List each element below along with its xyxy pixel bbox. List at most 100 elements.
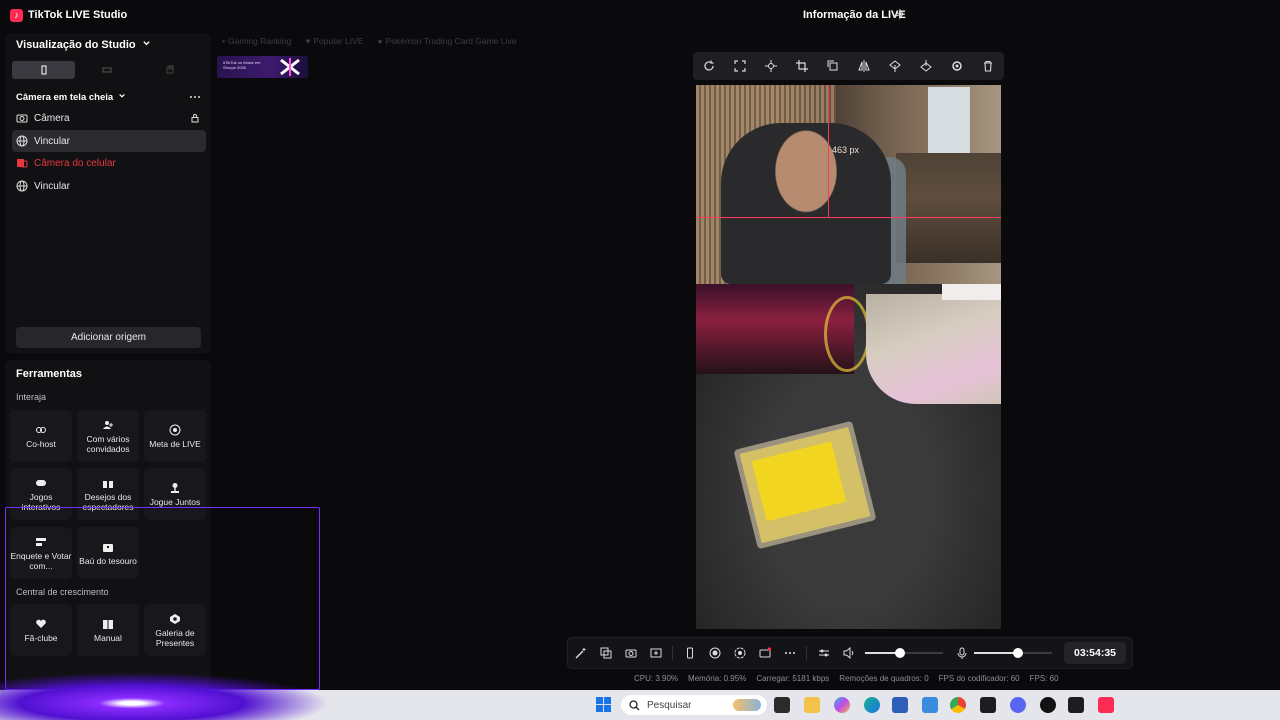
video-camera-icon: [759, 647, 771, 658]
screenshot-button[interactable]: [618, 638, 643, 668]
stat-cpu: CPU: 3.90%: [634, 674, 679, 683]
mic-knob[interactable]: [1013, 648, 1024, 658]
source-item-phone-camera[interactable]: Câmera do celular: [12, 152, 206, 174]
stat-memory: Memória: 0.95%: [688, 674, 747, 683]
sliders-icon: [818, 649, 829, 657]
search-highlight-icon: [733, 699, 761, 711]
volume-knob[interactable]: [895, 648, 906, 658]
stats-bar: CPU: 3.90% Memória: 0.95% Carregar: 5181…: [634, 674, 1059, 683]
studio-view-title[interactable]: Visualização do Studio: [16, 39, 151, 51]
store-icon[interactable]: [892, 697, 908, 713]
windows-start-icon[interactable]: [596, 697, 611, 712]
chrome-icon[interactable]: [950, 697, 966, 713]
phone-camera-icon: [17, 159, 28, 168]
streamer: [721, 123, 891, 284]
guide-measure-label: 463 px: [832, 145, 860, 155]
layer-down-icon[interactable]: [920, 60, 933, 72]
tab-gaming-ranking[interactable]: ▪ Gaming Ranking: [222, 35, 291, 47]
vertical-layout-button[interactable]: [12, 61, 76, 79]
phone-camera-feed: [696, 284, 1001, 629]
more-button[interactable]: [777, 638, 802, 668]
rotate-icon[interactable]: [827, 60, 839, 72]
app-title: TikTok LIVE Studio: [28, 9, 128, 21]
fit-screen-icon[interactable]: [734, 60, 746, 72]
crop-icon[interactable]: [795, 60, 808, 72]
live-preview[interactable]: 463 px: [696, 85, 1001, 629]
shelf: [896, 153, 1001, 263]
dual-layout-button[interactable]: [139, 61, 202, 79]
mic-slider[interactable]: [974, 648, 1052, 658]
mic-button[interactable]: [949, 638, 974, 668]
source-label: Vincular: [34, 180, 70, 192]
stat-fps: FPS: 60: [1029, 674, 1059, 683]
tool-live-goal[interactable]: Meta de LIVE: [144, 410, 206, 462]
capcut-icon[interactable]: [980, 697, 996, 713]
mic-fill: [974, 652, 1019, 654]
source-label: Vincular: [34, 135, 70, 147]
effects-button[interactable]: [568, 638, 593, 668]
task-view-icon[interactable]: [774, 697, 790, 713]
tiktok-live-icon[interactable]: [1098, 697, 1114, 713]
preview-toolbar: [693, 52, 1004, 80]
title-bar: [0, 0, 1280, 32]
mail-icon[interactable]: [922, 697, 938, 713]
portrait-icon: [41, 65, 47, 75]
landscape-icon: [102, 67, 112, 73]
align-center-icon[interactable]: [764, 60, 777, 72]
source-item-link-2[interactable]: Vincular: [12, 175, 206, 197]
share-icon[interactable]: [892, 8, 904, 20]
replay-button[interactable]: [727, 638, 752, 668]
camera-control-button[interactable]: [752, 638, 777, 668]
control-bar: 03:54:35: [567, 637, 1133, 669]
paper-note: [942, 284, 1001, 300]
audio-mixer-button[interactable]: [811, 638, 836, 668]
purple-glow-effect: [0, 672, 330, 720]
divider: [806, 646, 807, 660]
discord-icon[interactable]: [1010, 697, 1026, 713]
tab-popular-live[interactable]: ♥ Popular LIVE: [305, 35, 363, 47]
live-info-button[interactable]: Informação da LIVE: [803, 9, 906, 21]
edge-icon[interactable]: [864, 697, 880, 713]
tool-co-host[interactable]: Co-host: [10, 410, 72, 462]
copilot-icon[interactable]: [834, 697, 850, 713]
tool-label: Meta de LIVE: [149, 438, 201, 449]
refresh-icon[interactable]: [703, 60, 715, 72]
trash-icon[interactable]: [982, 60, 994, 72]
add-screen-button[interactable]: [643, 638, 668, 668]
scene-switch-button[interactable]: [593, 638, 618, 668]
multi-guest-icon: [103, 420, 113, 429]
magic-wand-icon: [575, 648, 585, 659]
record-button[interactable]: [702, 638, 727, 668]
portrait-mode-button[interactable]: [677, 638, 702, 668]
stat-dropped-frames: Remoções de quadros: 0: [839, 674, 929, 683]
source-item-camera[interactable]: Câmera: [12, 107, 206, 129]
settings-icon[interactable]: [951, 60, 963, 72]
more-options-icon[interactable]: [189, 93, 201, 101]
scene-title[interactable]: Câmera em tela cheia: [16, 92, 126, 103]
volume-slider[interactable]: [865, 648, 943, 658]
taskbar-search[interactable]: Pesquisar: [621, 695, 767, 715]
studio-view-label: Visualização do Studio: [16, 39, 136, 51]
poster: [928, 87, 970, 153]
chevron-down-icon: [118, 93, 125, 98]
tab-pokemon-live[interactable]: ● Pokémon Trading Card Game Live: [377, 35, 516, 47]
lock-icon[interactable]: [190, 113, 200, 123]
flip-horizontal-icon[interactable]: [858, 60, 870, 72]
widget-thumbnail[interactable]: #TikTok on Music em Shorpe 2026: [217, 56, 308, 78]
source-label: Câmera: [34, 112, 70, 124]
source-item-link-1[interactable]: Vincular: [12, 130, 206, 152]
joystick-icon: [171, 482, 179, 493]
tab-label: Pokémon Trading Card Game Live: [385, 36, 517, 46]
thumbnail-caption: #TikTok on Music em Shorpe 2026: [223, 60, 261, 70]
guide-line-vertical: [828, 85, 829, 218]
layer-up-icon[interactable]: [889, 60, 901, 72]
obs-icon[interactable]: [1040, 697, 1056, 713]
file-explorer-icon[interactable]: [804, 697, 820, 713]
add-source-button[interactable]: Adicionar origem: [16, 327, 201, 348]
horizontal-layout-button[interactable]: [75, 61, 138, 79]
speaker-button[interactable]: [836, 638, 861, 668]
tool-multi-guest[interactable]: Com vários convidados: [77, 410, 139, 462]
screenshot-icon: [625, 649, 636, 658]
capcut-2-icon[interactable]: [1068, 697, 1084, 713]
tool-label: Co-host: [26, 438, 56, 449]
